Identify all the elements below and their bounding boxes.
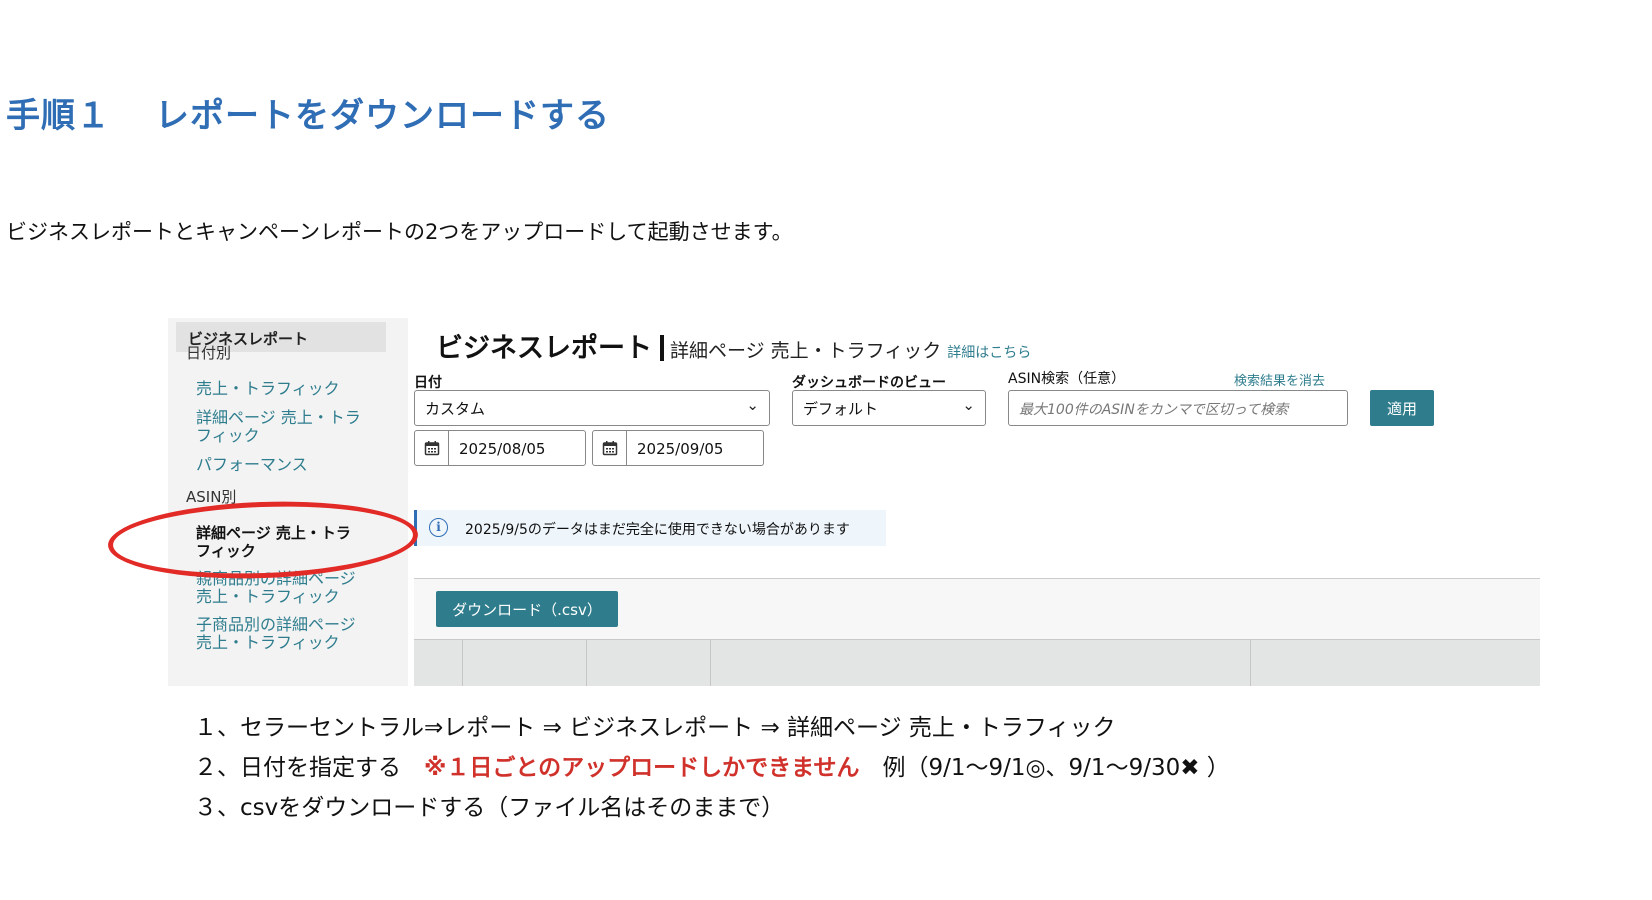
- step-2-prefix: ２、日付を指定する: [194, 755, 424, 781]
- info-icon: i: [429, 518, 448, 537]
- calendar-icon[interactable]: [415, 431, 449, 465]
- chevron-down-icon: ⌄: [746, 396, 759, 414]
- date-label: 日付: [414, 375, 442, 391]
- end-date-field[interactable]: 2025/09/05: [592, 430, 764, 466]
- table-column-divider[interactable]: [1250, 640, 1251, 686]
- report-subtitle: 詳細ページ 売上・トラフィック: [670, 340, 942, 362]
- dashboard-view-select[interactable]: デフォルト ⌄: [792, 390, 986, 426]
- sidebar-section-date: 日付別: [186, 344, 232, 362]
- step-2: ２、日付を指定する ※１日ごとのアップロードしかできません 例（9/1〜9/1◎…: [194, 748, 1230, 788]
- heading-title: レポートをダウンロードする: [155, 96, 610, 136]
- notice-text: 2025/9/5のデータはまだ完全に使用できない場合があります: [465, 522, 850, 538]
- start-date-field[interactable]: 2025/08/05: [414, 430, 586, 466]
- business-report-screenshot: ビジネスレポート 日付別 売上・トラフィック 詳細ページ 売上・トラ フィック …: [168, 318, 1540, 686]
- table-header: [414, 639, 1540, 686]
- asin-search-input[interactable]: 最大100件のASINをカンマで区切って検索: [1008, 390, 1348, 426]
- apply-button[interactable]: 適用: [1370, 390, 1434, 426]
- dashboard-view-value: デフォルト: [803, 400, 879, 418]
- data-notice: i 2025/9/5のデータはまだ完全に使用できない場合があります: [414, 510, 886, 546]
- title-divider: [660, 335, 664, 361]
- table-column-divider[interactable]: [586, 640, 587, 686]
- download-csv-button[interactable]: ダウンロード（.csv）: [436, 591, 618, 627]
- report-title-row: ビジネスレポート 詳細ページ 売上・トラフィック 詳細はこちら: [436, 326, 1031, 365]
- date-range-value: カスタム: [425, 400, 486, 418]
- sidebar-item-sales-traffic[interactable]: 売上・トラフィック: [196, 380, 381, 398]
- table-column-divider[interactable]: [462, 640, 463, 686]
- details-link[interactable]: 詳細はこちら: [947, 345, 1031, 361]
- end-date-value: 2025/09/05: [637, 440, 724, 458]
- report-main: ビジネスレポート 詳細ページ 売上・トラフィック 詳細はこちら 日付 カスタム ⌄ …: [408, 318, 1540, 686]
- asin-search-label: ASIN検索（任意）: [1008, 371, 1126, 387]
- chevron-down-icon: ⌄: [962, 396, 975, 414]
- intro-text: ビジネスレポートとキャンペーンレポートの2つをアップロードして起動させます。: [6, 220, 793, 244]
- instruction-steps: １、セラーセントラル⇒レポート ⇒ ビジネスレポート ⇒ 詳細ページ 売上・トラ…: [194, 708, 1230, 828]
- step-1: １、セラーセントラル⇒レポート ⇒ ビジネスレポート ⇒ 詳細ページ 売上・トラ…: [194, 715, 1116, 741]
- table-column-divider[interactable]: [710, 640, 711, 686]
- report-table-area: ダウンロード（.csv）: [414, 578, 1540, 686]
- date-range-select[interactable]: カスタム ⌄: [414, 390, 770, 426]
- clear-search-link[interactable]: 検索結果を消去: [1234, 370, 1325, 389]
- step-2-example: 例（9/1〜9/1◎、9/1〜9/30✖︎ ）: [859, 755, 1230, 781]
- sidebar-item-child-detail-page[interactable]: 子商品別の詳細ページ 売上・トラフィック: [196, 616, 381, 652]
- start-date-value: 2025/08/05: [459, 440, 546, 458]
- calendar-icon[interactable]: [593, 431, 627, 465]
- sidebar-item-performance[interactable]: パフォーマンス: [196, 456, 381, 474]
- page-heading: 手順１ レポートをダウンロードする: [6, 88, 610, 137]
- sidebar-item-detail-page-by-date[interactable]: 詳細ページ 売上・トラ フィック: [196, 409, 381, 445]
- step-3: ３、csvをダウンロードする（ファイル名はそのままで）: [194, 795, 785, 821]
- step-2-warning: ※１日ごとのアップロードしかできません: [424, 755, 860, 781]
- heading-step: 手順１: [6, 96, 111, 136]
- report-title: ビジネスレポート: [436, 333, 652, 364]
- dashboard-view-label: ダッシュボードのビュー: [792, 375, 946, 391]
